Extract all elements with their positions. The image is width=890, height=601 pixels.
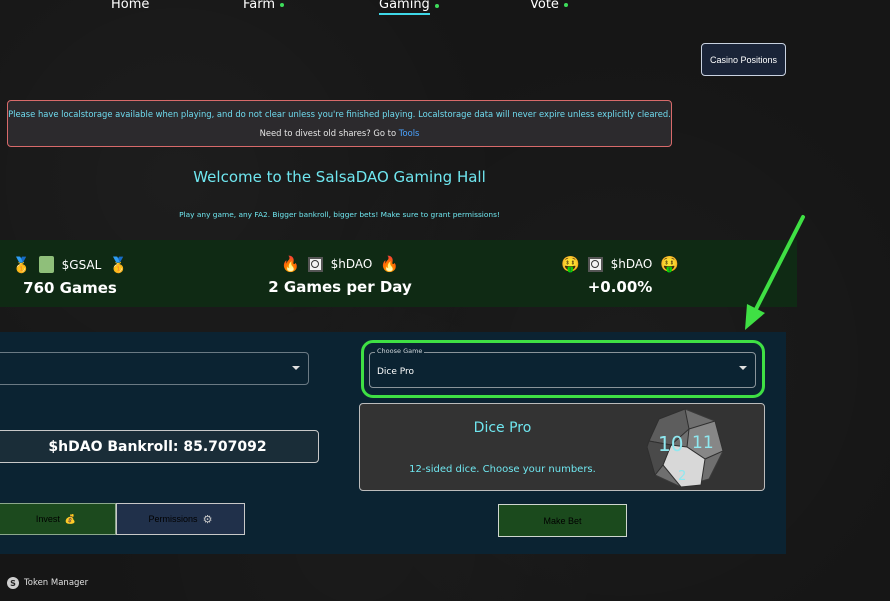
token-manager-label: Token Manager [24, 578, 89, 588]
nav-gaming[interactable]: Gaming [379, 0, 439, 15]
gsal-token-icon [38, 256, 54, 273]
token-select[interactable] [0, 352, 309, 385]
stat-value: 2 Games per Day [268, 278, 412, 296]
gear-icon: ⚙ [202, 513, 213, 526]
permissions-button-label: Permissions [148, 514, 198, 524]
nav-farm-label: Farm [243, 0, 276, 12]
status-dot-icon [280, 2, 285, 7]
money-face-icon: 🤑 [560, 255, 580, 273]
medal-icon: 🥇 [109, 255, 129, 274]
hdao-token-icon [307, 256, 323, 272]
medal-icon: 🥇 [11, 255, 31, 274]
permissions-button[interactable]: Permissions ⚙ [116, 503, 245, 535]
money-bag-icon: 💰 [64, 513, 77, 524]
dice-face-label: 10 [658, 432, 683, 456]
chevron-down-icon [739, 366, 747, 370]
warning-line-2-text: Need to divest old shares? Go to [259, 128, 397, 138]
game-card-title: Dice Pro [473, 420, 532, 436]
invest-button-label: Invest [35, 514, 60, 524]
page-title: Welcome to the SalsaDAO Gaming Hall [193, 168, 486, 186]
dollar-coin-icon: S [7, 577, 19, 589]
stat-value: 760 Games [23, 279, 117, 297]
money-face-icon: 🤑 [660, 255, 680, 273]
stats-strip: 🥇 $GSAL 🥇 760 Games 🔥 $hDAO 🔥 2 Games pe… [0, 240, 797, 307]
nav-gaming-label: Gaming [379, 0, 430, 15]
casino-positions-button[interactable]: Casino Positions [701, 43, 786, 76]
d12-dice-icon: 10 11 2 [646, 408, 724, 488]
warning-line-2: Need to divest old shares? Go to Tools [8, 124, 671, 143]
warning-line-1: Please have localstorage available when … [8, 109, 671, 119]
make-bet-button[interactable]: Make Bet [498, 504, 627, 537]
nav-vote-label: Vote [530, 0, 559, 12]
localstorage-warning: Please have localstorage available when … [7, 100, 672, 147]
bankroll-display: $hDAO Bankroll: 85.707092 [0, 430, 319, 463]
stat-games-per-day: 🔥 $hDAO 🔥 2 Games per Day [258, 256, 422, 296]
stat-return: 🤑 $hDAO 🤑 +0.00% [540, 256, 700, 296]
hdao-token-icon [587, 256, 603, 272]
fire-icon: 🔥 [280, 255, 300, 273]
stat-token-label: $hDAO [610, 257, 653, 271]
nav-home-label: Home [111, 0, 150, 12]
game-card-description: 12-sided dice. Choose your numbers. [409, 464, 596, 475]
stat-token-label: $hDAO [330, 257, 373, 271]
status-dot-icon [563, 2, 568, 7]
choose-game-select[interactable]: Choose Game Dice Pro [369, 347, 756, 388]
choose-game-legend: Choose Game [375, 347, 425, 355]
stat-total-games: 🥇 $GSAL 🥇 760 Games [0, 256, 150, 297]
page-subtitle: Play any game, any FA2. Bigger bankroll,… [179, 210, 500, 219]
arrow-pointer-icon [745, 215, 805, 330]
tools-link[interactable]: Tools [399, 128, 420, 138]
dice-face-label: 11 [692, 433, 714, 453]
nav-home[interactable]: Home [111, 0, 149, 12]
choose-game-value: Dice Pro [377, 367, 415, 377]
chevron-down-icon [292, 366, 300, 370]
invest-button[interactable]: Invest 💰 [0, 503, 116, 535]
fire-icon: 🔥 [380, 255, 400, 273]
stat-value: +0.00% [587, 278, 653, 296]
game-card: Dice Pro 12-sided dice. Choose your numb… [359, 403, 765, 491]
nav-vote[interactable]: Vote [530, 0, 568, 12]
token-manager-button[interactable]: S Token Manager [7, 577, 88, 589]
stat-token-label: $GSAL [61, 257, 102, 272]
dice-face-label: 2 [678, 469, 686, 484]
nav-farm[interactable]: Farm [243, 0, 285, 12]
status-dot-icon [434, 4, 439, 8]
